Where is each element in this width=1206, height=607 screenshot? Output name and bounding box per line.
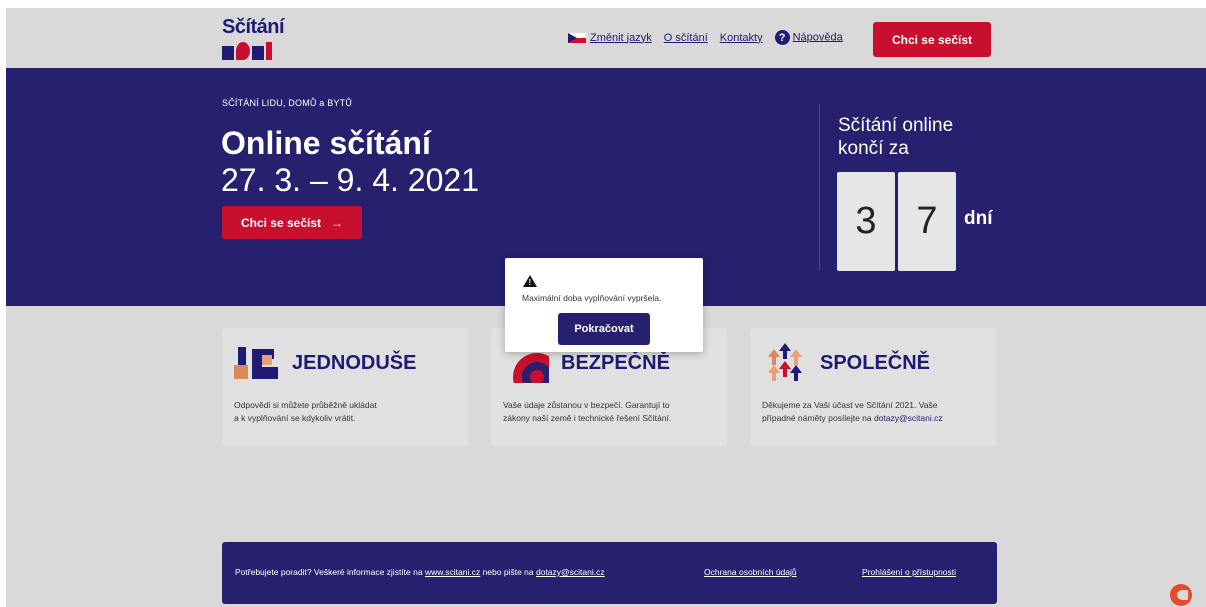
- hero-title: Online sčítání 27. 3. – 9. 4. 2021: [221, 125, 479, 199]
- footer-text-middle: nebo pište na: [480, 567, 536, 577]
- feature-text-prefix: případné náměty posílejte na: [762, 413, 874, 423]
- czech-flag-icon: [568, 32, 586, 43]
- help-link[interactable]: ? Nápověda: [774, 30, 843, 45]
- question-circle-icon: ?: [774, 30, 790, 45]
- chat-widget-icon[interactable]: [1170, 584, 1192, 606]
- countdown-title-line1: Sčítání online: [838, 115, 954, 136]
- feature-text-secure: Vaše údaje zůstanou v bezpečí. Garantují…: [503, 399, 733, 425]
- top-navigation: Změnit jazyk O sčítání Kontakty ? Nápověd…: [568, 30, 843, 45]
- feature-text-line: zákony naší země i technické řešení Sčít…: [503, 413, 672, 423]
- help-label[interactable]: Nápověda: [793, 31, 843, 43]
- countdown-digit-tens: 3: [837, 172, 895, 271]
- logo-year-graphic: [222, 40, 292, 60]
- hero-title-line1: Online sčítání: [221, 125, 431, 161]
- logo-text: Sčítání: [222, 16, 285, 38]
- hero-cta-label: Chci se sečíst: [240, 215, 322, 230]
- timeout-message: Maximální doba vyplňování vypršela.: [522, 293, 662, 303]
- header-start-census-button[interactable]: Chci se sečíst: [873, 22, 991, 57]
- countdown-days-label: dní: [964, 208, 993, 229]
- feature-text-line: Děkujeme za Vaši účast ve Sčítání 2021. …: [762, 400, 938, 410]
- feature-text-simple: Odpovědi si můžete průběžně ukládat a k …: [234, 399, 464, 425]
- site-logo[interactable]: Sčítání: [222, 17, 292, 63]
- contacts-link[interactable]: Kontakty: [720, 32, 763, 44]
- hero-kicker: SČÍTÁNÍ LIDU, DOMŮ a BYTŮ: [222, 98, 353, 108]
- feature-text-line: Vaše údaje zůstanou v bezpečí. Garantují…: [503, 400, 670, 410]
- about-link[interactable]: O sčítání: [664, 32, 708, 44]
- footer-email-link[interactable]: dotazy@scitani.cz: [536, 567, 605, 577]
- feature-title-simple: JEDNODUŠE: [292, 352, 417, 374]
- feature-title-secure: BEZPEČNĚ: [561, 352, 670, 374]
- footer-web-link[interactable]: www.scitani.cz: [425, 567, 480, 577]
- feature-card-simple: JEDNODUŠE Odpovědi si můžete průběžně uk…: [222, 328, 468, 446]
- feature-card-together: SPOLEČNĚ Děkujeme za Vaši účast ve Sčítá…: [750, 328, 996, 446]
- feature-text-together: Děkujeme za Vaši účast ve Sčítání 2021. …: [762, 399, 992, 425]
- continue-button[interactable]: Pokračovat: [558, 313, 650, 345]
- feature-text-line: a k vyplňování se kdykoliv vrátit.: [234, 413, 356, 423]
- arrow-right-icon: →: [331, 215, 344, 230]
- change-language-label[interactable]: Změnit jazyk: [590, 32, 652, 44]
- feature-text-line: případné náměty posílejte na dotazy@scit…: [762, 412, 992, 425]
- session-timeout-dialog: ! Maximální doba vyplňování vypršela. Po…: [505, 258, 703, 352]
- privacy-policy-link[interactable]: Ochrana osobních údajů: [704, 567, 797, 577]
- warning-triangle-icon: !: [523, 275, 537, 287]
- feature-title-together: SPOLEČNĚ: [820, 352, 931, 374]
- change-language-link[interactable]: Změnit jazyk: [568, 32, 652, 44]
- footer-help-text: Potřebujete poradit? Veškeré informace z…: [235, 567, 605, 577]
- countdown-digit-ones: 7: [898, 172, 956, 271]
- site-header: Sčítání Změnit jazyk O sčítání Kontakty …: [6, 8, 1206, 68]
- simple-blocks-icon: [234, 347, 278, 379]
- feature-text-line: Odpovědi si můžete průběžně ukládat: [234, 400, 377, 410]
- help-footer-bar: Potřebujete poradit? Veškeré informace z…: [222, 542, 997, 604]
- together-arrows-icon: [768, 343, 802, 381]
- accessibility-statement-link[interactable]: Prohlášení o přístupnosti: [862, 567, 956, 577]
- hero-divider: [819, 104, 820, 270]
- contact-email-link[interactable]: dotazy@scitani.cz: [874, 413, 943, 423]
- countdown-title-line2: končí za: [838, 138, 909, 159]
- footer-text-prefix: Potřebujete poradit? Veškeré informace z…: [235, 567, 425, 577]
- hero-title-dates: 27. 3. – 9. 4. 2021: [221, 162, 479, 198]
- hero-start-census-button[interactable]: Chci se sečíst →: [222, 206, 362, 239]
- countdown-title: Sčítání online končí za: [838, 114, 953, 160]
